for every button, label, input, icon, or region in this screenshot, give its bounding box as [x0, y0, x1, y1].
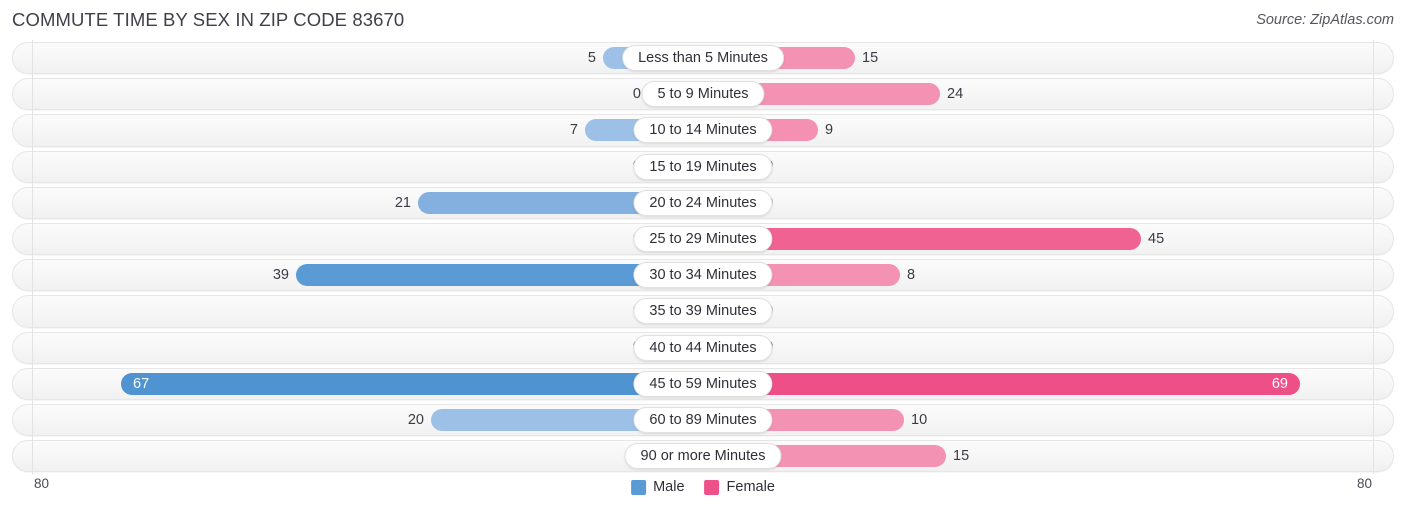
- male-value-label: 0: [632, 86, 641, 103]
- category-label-pill: 30 to 34 Minutes: [633, 262, 773, 289]
- legend-label-male: Male: [653, 479, 685, 495]
- page-title: COMMUTE TIME BY SEX IN ZIP CODE 83670: [12, 9, 405, 30]
- axis-line-right: [1373, 40, 1374, 474]
- legend-item-male[interactable]: Male: [631, 479, 685, 495]
- legend-swatch-male-icon: [631, 479, 647, 495]
- category-label-pill: 40 to 44 Minutes: [633, 334, 773, 361]
- axis-max-left: 80: [34, 476, 50, 491]
- category-label-pill: Less than 5 Minutes: [622, 45, 784, 72]
- category-label-pill: 20 to 24 Minutes: [633, 189, 773, 216]
- chart-header: COMMUTE TIME BY SEX IN ZIP CODE 83670 So…: [0, 0, 1406, 40]
- category-label-pill: 10 to 14 Minutes: [633, 117, 773, 144]
- male-value-label: 21: [394, 194, 411, 211]
- male-bar[interactable]: 67: [121, 372, 703, 395]
- bar-rows: 5 15 Less than 5 Minutes 0 24 5 to 9 Minutes 7…: [12, 40, 1394, 474]
- category-label-pill: 90 or more Minutes: [624, 443, 782, 470]
- legend-item-female[interactable]: Female: [704, 479, 775, 495]
- bar-row: 39 8 30 to 34 Minutes: [12, 257, 1394, 293]
- legend-label-female: Female: [726, 479, 775, 495]
- female-value-label: 9: [825, 122, 834, 139]
- female-value-label: 8: [907, 266, 916, 283]
- category-label-pill: 5 to 9 Minutes: [641, 81, 765, 108]
- category-label-pill: 45 to 59 Minutes: [633, 370, 773, 397]
- bar-row: 67 69 45 to 59 Minutes: [12, 366, 1394, 402]
- bar-row: 21020 to 24 Minutes: [12, 185, 1394, 221]
- male-bar-group: 67: [121, 372, 703, 395]
- female-value-label: 10: [911, 411, 928, 428]
- female-value-label: 45: [1148, 230, 1165, 247]
- bar-row: 0015 to 19 Minutes: [12, 149, 1394, 185]
- bar-row: 0 24 5 to 9 Minutes: [12, 76, 1394, 112]
- category-label-pill: 35 to 39 Minutes: [633, 298, 773, 325]
- bar-row: 0035 to 39 Minutes: [12, 293, 1394, 329]
- bar-row: 7 9 10 to 14 Minutes: [12, 112, 1394, 148]
- male-value-label: 67: [133, 375, 150, 392]
- female-value-label: 24: [947, 86, 964, 103]
- male-value-label: 5: [587, 49, 596, 66]
- male-value-label: 39: [272, 266, 289, 283]
- female-value-label: 15: [862, 49, 879, 66]
- bar-row: 01590 or more Minutes: [12, 438, 1394, 474]
- bar-row: 04525 to 29 Minutes: [12, 221, 1394, 257]
- bar-row: 0040 to 44 Minutes: [12, 330, 1394, 366]
- male-value-label: 20: [407, 411, 424, 428]
- chart-legend: Male Female: [631, 479, 775, 495]
- chart-footer: 80 80 Male Female: [12, 474, 1394, 516]
- legend-swatch-female-icon: [704, 479, 720, 495]
- source-attribution: Source: ZipAtlas.com: [1256, 12, 1394, 28]
- axis-line-left: [32, 40, 33, 474]
- female-bar[interactable]: 69: [703, 372, 1300, 395]
- female-bar-group: 69: [703, 372, 1300, 395]
- male-value-label: 7: [569, 122, 578, 139]
- axis-max-right: 80: [1356, 476, 1372, 491]
- bar-row: 5 15 Less than 5 Minutes: [12, 40, 1394, 76]
- female-value-label: 15: [953, 447, 970, 464]
- category-label-pill: 15 to 19 Minutes: [633, 153, 773, 180]
- category-label-pill: 25 to 29 Minutes: [633, 226, 773, 253]
- bar-row: 20 10 60 to 89 Minutes: [12, 402, 1394, 438]
- chart-plot-area: 5 15 Less than 5 Minutes 0 24 5 to 9 Minutes 7…: [12, 40, 1394, 474]
- female-value-label: 69: [1271, 375, 1288, 392]
- category-label-pill: 60 to 89 Minutes: [633, 406, 773, 433]
